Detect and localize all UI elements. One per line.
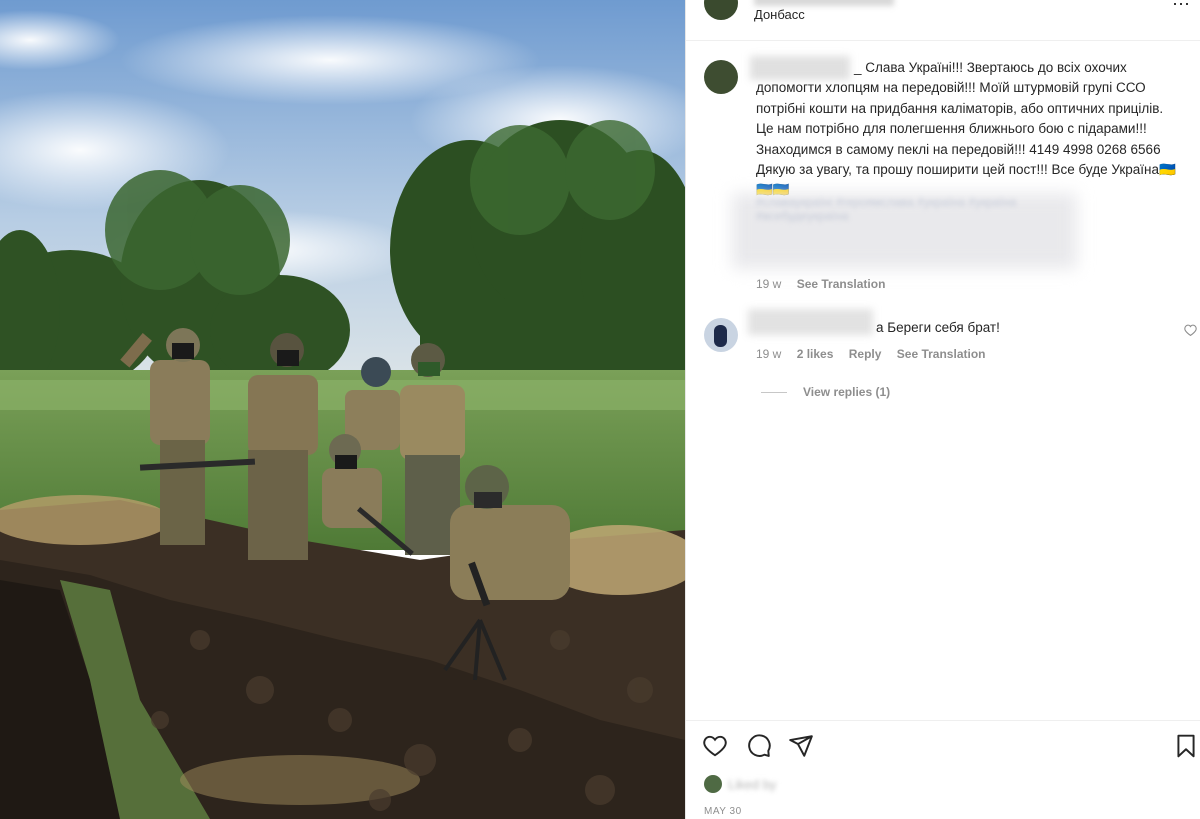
view-replies-button[interactable]: View replies (1) [761,385,890,399]
hashtags-redacted[interactable]: #славаукраїні #героямслава #україна #укр… [756,195,1066,223]
view-replies-label: View replies (1) [803,385,891,399]
post-side-panel: Донбасс ⋯ _ Слава Україні!!! Звертаюсь д… [685,0,1200,819]
author-name-redacted[interactable] [754,0,894,6]
heart-icon[interactable] [702,733,728,759]
photo-soldiers-in-field [0,0,685,819]
comment-likes[interactable]: 2 likes [797,347,834,361]
comment-time[interactable]: 19 w [756,347,781,361]
commenter-username-redacted[interactable] [748,309,873,335]
caption-time[interactable]: 19 w [756,277,781,291]
liked-by-text-redacted[interactable]: Liked by [728,777,868,792]
caption: _ Слава Україні!!! Звертаюсь до всіх охо… [756,58,1176,201]
post-date[interactable]: MAY 30 [704,806,742,817]
action-bar [686,720,1200,769]
post-location[interactable]: Донбасс [754,7,805,22]
comment-text: а Береги себя брат! [876,320,1000,335]
comment-see-translation[interactable]: See Translation [897,347,986,361]
author-avatar[interactable] [704,0,738,20]
commenter-avatar[interactable] [704,318,738,352]
more-options-icon[interactable]: ⋯ [1172,0,1191,15]
replies-divider-line [761,392,787,394]
comment-meta: 19 w 2 likes Reply See Translation [756,347,997,361]
post-header: Донбасс ⋯ [686,0,1200,41]
comment-like-heart-icon[interactable] [1184,324,1197,339]
bookmark-save-icon[interactable] [1173,733,1199,759]
liked-by-avatar[interactable] [704,775,722,793]
comment-bubble-icon[interactable] [746,733,772,759]
instagram-post: Донбасс ⋯ _ Слава Україні!!! Звертаюсь д… [0,0,1200,819]
caption-text: _ Слава Україні!!! Звертаюсь до всіх охо… [756,60,1176,198]
share-send-icon[interactable] [788,733,814,759]
caption-avatar[interactable] [704,60,738,94]
post-photo[interactable] [0,0,685,819]
comment-reply-button[interactable]: Reply [849,347,882,361]
caption-meta: 19 w See Translation [756,277,897,291]
caption-see-translation[interactable]: See Translation [797,277,886,291]
